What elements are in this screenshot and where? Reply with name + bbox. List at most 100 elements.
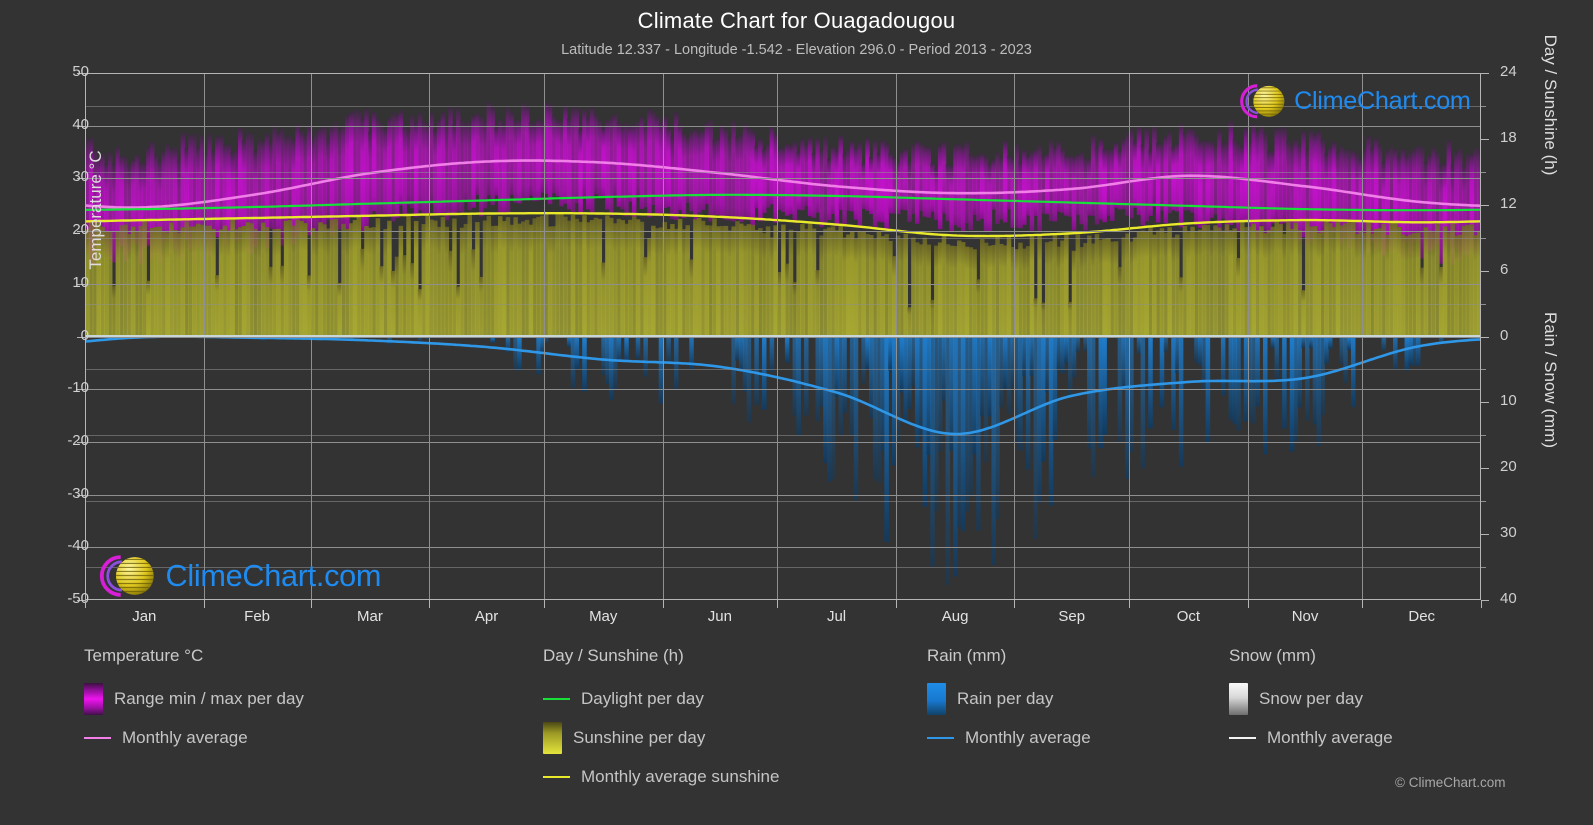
x-axis-tick — [544, 600, 545, 608]
left-axis-title: Temperature °C — [86, 80, 106, 340]
left-axis-tick-label: 30 — [45, 168, 89, 185]
page-subtitle: Latitude 12.337 - Longitude -1.542 - Ele… — [0, 42, 1593, 58]
right-axis-tick-label-top: 0 — [1500, 327, 1544, 344]
right-axis-tick-minor — [1481, 501, 1486, 502]
x-axis-tick — [1014, 600, 1015, 608]
legend-item-label: Daylight per day — [581, 689, 704, 709]
climechart-logo-top[interactable]: ClimeChart.com — [1232, 80, 1471, 123]
x-axis-tick — [1481, 600, 1482, 608]
gridline-horizontal — [85, 231, 1481, 232]
legend-item[interactable]: Monthly average — [927, 718, 1091, 757]
legend-item-label: Range min / max per day — [114, 689, 304, 709]
climechart-logo-bottom[interactable]: ClimeChart.com — [90, 550, 381, 602]
x-axis-month-label: Aug — [895, 608, 1015, 625]
right-axis-tick-label-top: 24 — [1500, 63, 1544, 80]
legend-item[interactable]: Monthly average sunshine — [543, 757, 779, 796]
right-axis-title-bottom: Rain / Snow (mm) — [1540, 260, 1560, 500]
gridline-horizontal — [85, 389, 1481, 390]
legend-item[interactable]: Snow per day — [1229, 679, 1393, 718]
right-axis-tick-label-bottom: 10 — [1500, 392, 1544, 409]
left-axis-tick-label: 40 — [45, 116, 89, 133]
legend-item[interactable]: Range min / max per day — [84, 679, 304, 718]
x-axis-tick — [429, 600, 430, 608]
x-axis-month-label: Dec — [1362, 608, 1482, 625]
left-axis-tick-label: -10 — [45, 379, 89, 396]
right-axis-tick-minor — [1481, 172, 1486, 173]
climechart-logo-text: ClimeChart.com — [1294, 87, 1471, 116]
right-axis-tick-minor — [1481, 567, 1486, 568]
gridline-horizontal-minor — [85, 501, 1481, 502]
x-axis-month-label: Mar — [310, 608, 430, 625]
left-axis-tick-label: 10 — [45, 274, 89, 291]
x-axis-tick — [896, 600, 897, 608]
right-axis-tick-minor — [1481, 304, 1486, 305]
right-axis-tick-minor — [1481, 435, 1486, 436]
left-axis-tick-label: -40 — [45, 537, 89, 554]
legend-line-icon — [543, 776, 570, 778]
right-axis-tick-bottom — [1481, 534, 1489, 535]
rain-average-line — [85, 337, 1481, 434]
legend-swatch-icon — [927, 683, 946, 715]
legend-group-header: Temperature °C — [84, 646, 304, 666]
legend-item[interactable]: Rain per day — [927, 679, 1091, 718]
gridline-horizontal-minor — [85, 304, 1481, 305]
legend-item[interactable]: Monthly average — [84, 718, 304, 757]
right-axis-tick-minor — [1481, 106, 1486, 107]
chart-legend: Temperature °C Range min / max per day Mon… — [0, 646, 1593, 825]
right-axis-tick-label-top: 12 — [1500, 195, 1544, 212]
legend-item[interactable]: Monthly average — [1229, 718, 1393, 757]
x-axis-month-label: Sep — [1012, 608, 1132, 625]
right-axis-tick-top — [1481, 271, 1489, 272]
right-axis-tick-bottom — [1481, 600, 1489, 601]
legend-swatch-icon — [543, 722, 562, 754]
chart-plot-area — [85, 73, 1481, 600]
climechart-logo-text: ClimeChart.com — [166, 558, 382, 594]
right-axis-tick-top — [1481, 205, 1489, 206]
right-axis-title-top: Day / Sunshine (h) — [1540, 0, 1560, 225]
page-title: Climate Chart for Ouagadougou — [0, 8, 1593, 34]
legend-group-header: Rain (mm) — [927, 646, 1091, 666]
climechart-logo-mark — [90, 550, 163, 602]
legend-line-icon — [927, 737, 954, 739]
right-axis-tick-minor — [1481, 238, 1486, 239]
legend-line-icon — [84, 737, 111, 739]
right-axis-tick-label-bottom: 30 — [1500, 524, 1544, 541]
left-axis-tick-label: -20 — [45, 432, 89, 449]
left-axis-tick-label: 50 — [45, 63, 89, 80]
gridline-horizontal — [85, 178, 1481, 179]
legend-item-label: Monthly average — [1267, 728, 1393, 748]
right-axis-tick-top — [1481, 73, 1489, 74]
gridline-horizontal-minor — [85, 172, 1481, 173]
x-axis-tick — [85, 600, 86, 608]
legend-item-label: Monthly average sunshine — [581, 767, 779, 787]
legend-swatch-icon — [1229, 683, 1248, 715]
right-axis-tick-top — [1481, 139, 1489, 140]
gridline-horizontal — [85, 126, 1481, 127]
climate-chart-page: Climate Chart for Ouagadougou Latitude 1… — [0, 0, 1593, 825]
legend-item-label: Sunshine per day — [573, 728, 705, 748]
x-axis-tick — [1362, 600, 1363, 608]
legend-line-icon — [543, 698, 570, 700]
legend-group-rain: Rain (mm) Rain per day Monthly average — [927, 646, 1091, 757]
legend-item-label: Snow per day — [1259, 689, 1363, 709]
copyright-notice: © ClimeChart.com — [1395, 775, 1505, 790]
x-axis-month-label: Apr — [427, 608, 547, 625]
gridline-horizontal-minor — [85, 435, 1481, 436]
legend-group-temperature: Temperature °C Range min / max per day Mon… — [84, 646, 304, 757]
right-axis-tick-label-top: 6 — [1500, 261, 1544, 278]
legend-item-label: Monthly average — [965, 728, 1091, 748]
x-axis-month-label: Jul — [777, 608, 897, 625]
right-axis-tick-label-bottom: 40 — [1500, 590, 1544, 607]
legend-item[interactable]: Sunshine per day — [543, 718, 779, 757]
x-axis-month-label: Jan — [84, 608, 204, 625]
legend-item[interactable]: Daylight per day — [543, 679, 779, 718]
climechart-logo-mark — [1232, 80, 1292, 123]
x-axis-tick — [777, 600, 778, 608]
x-axis-tick — [1248, 600, 1249, 608]
gridline-horizontal — [85, 284, 1481, 285]
gridline-horizontal-minor — [85, 238, 1481, 239]
gridline-horizontal — [85, 442, 1481, 443]
x-axis-month-label: Jun — [660, 608, 780, 625]
gridline-horizontal-minor — [85, 369, 1481, 370]
right-axis-tick-minor — [1481, 369, 1486, 370]
